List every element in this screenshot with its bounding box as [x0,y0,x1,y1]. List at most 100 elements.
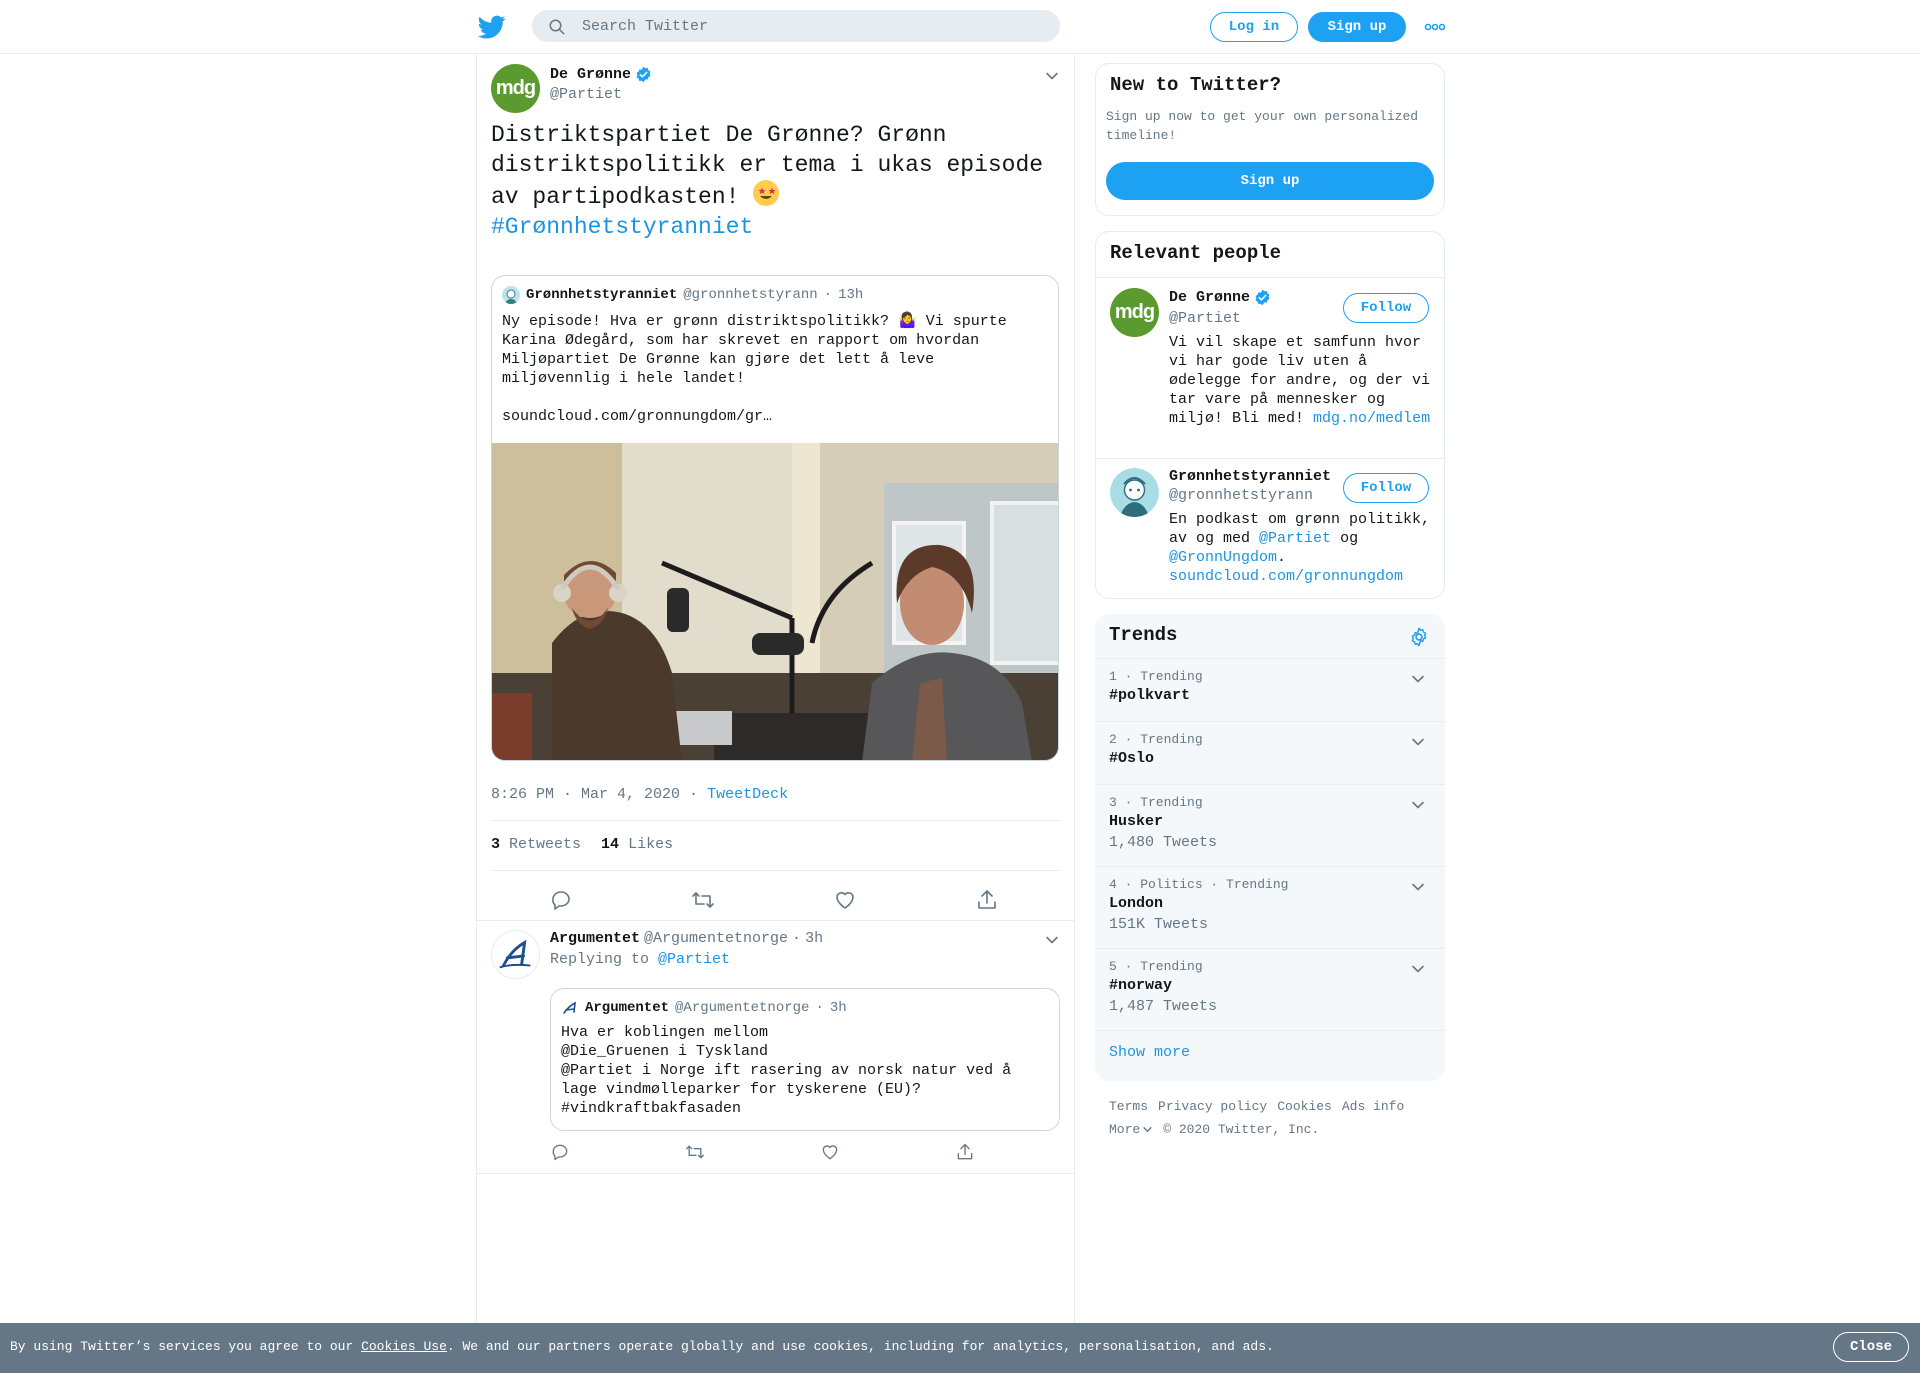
chevron-down-icon[interactable] [1044,932,1060,948]
trend-item[interactable]: 5 · Trending #norway 1,487 Tweets [1095,948,1445,1030]
likes-count: 14 [601,836,620,853]
divider [1095,1030,1445,1031]
quoted-tweet-text: Ny episode! Hva er grønn distriktspoliti… [502,312,1042,426]
quoted-author-handle[interactable]: @gronnhetstyrann [683,287,817,303]
retweet-icon[interactable] [685,1142,705,1162]
reply-icon[interactable] [549,888,573,912]
trend-item[interactable]: 4 · Politics · Trending London 151K Twee… [1095,866,1445,948]
trend-name[interactable]: #norway [1109,977,1172,994]
quoted-author-handle[interactable]: @Argumentetnorge [675,1000,809,1016]
bio-mention-link[interactable]: @Partiet [1259,530,1331,547]
avatar[interactable] [491,930,540,979]
new-to-twitter-card: New to Twitter? Sign up now to get your … [1095,63,1445,216]
chevron-down-icon[interactable] [1410,961,1426,977]
share-icon[interactable] [975,888,999,912]
trend-meta: 5 · Trending [1109,959,1203,974]
tweet-text: Distriktspartiet De Grønne? Grønn distri… [491,120,1061,242]
person-bio: En podkast om grønn politikk, av og med … [1169,510,1431,586]
chevron-down-icon[interactable] [1410,671,1426,687]
search-input[interactable] [582,10,1042,42]
reply-time: 3h [805,930,824,947]
like-icon[interactable] [820,1142,840,1162]
avatar[interactable] [502,286,520,304]
bio-link[interactable]: soundcloud.com/gronnungdom [1169,568,1403,585]
bio-link[interactable]: mdg.no/medlem [1313,410,1430,427]
tweet-timestamp[interactable]: 8:26 PM · Mar 4, 2020 [491,786,680,803]
quoted-author-name[interactable]: Argumentet [585,1000,669,1016]
show-more-link[interactable]: Show more [1109,1044,1190,1061]
replying-to-link[interactable]: @Partiet [658,951,730,968]
trend-name[interactable]: London [1109,895,1163,912]
footer-link-terms[interactable]: Terms [1109,1099,1148,1114]
person-handle[interactable]: @gronnhetstyrann [1169,487,1313,504]
chevron-down-icon[interactable] [1410,879,1426,895]
trend-name[interactable]: Husker [1109,813,1163,830]
sidebar-sign-up-button[interactable]: Sign up [1106,162,1434,200]
bio-mention-link[interactable]: @GronnUngdom [1169,549,1277,566]
quoted-tweet-text: Hva er koblingen mellom @Die_Gruenen i T… [561,1024,1012,1117]
trend-name[interactable]: #Oslo [1109,750,1154,767]
person-name[interactable]: Grønnhetstyranniet [1169,468,1331,485]
retweets-stat[interactable]: 3 Retweets [491,836,581,853]
more-options-icon[interactable] [1424,20,1446,34]
follow-button[interactable]: Follow [1343,473,1429,503]
tweet-actions [491,882,1061,922]
follow-button[interactable]: Follow [1343,293,1429,323]
footer-link-privacy[interactable]: Privacy policy [1158,1099,1267,1114]
avatar[interactable] [1110,468,1159,517]
replying-prefix: Replying to [550,951,650,968]
trend-item[interactable]: 1 · Trending #polkvart [1095,658,1445,721]
chevron-down-icon[interactable] [1044,68,1060,84]
avatar[interactable] [561,999,579,1017]
quoted-tweet-link: soundcloud.com/gronnungdom/gr… [502,408,773,425]
quoted-time: 13h [838,287,864,303]
avatar[interactable]: mdg [491,64,540,113]
twitter-bird-logo-icon[interactable] [478,13,506,41]
trend-item[interactable]: 2 · Trending #Oslo [1095,721,1445,784]
trend-meta: 4 · Politics · Trending [1109,877,1289,892]
separator-dot: · [823,287,833,303]
person-name-text[interactable]: De Grønne [1169,289,1250,306]
quoted-tweet[interactable]: Argumentet @Argumentetnorge · 3h Hva er … [550,988,1060,1131]
reply-author-name[interactable]: Argumentet [550,930,640,947]
reply-icon[interactable] [550,1142,570,1162]
cookies-use-link[interactable]: Cookies Use [361,1339,447,1354]
retweet-icon[interactable] [691,888,715,912]
verified-badge-icon [1255,289,1270,306]
tweet-source-link[interactable]: TweetDeck [707,786,788,803]
footer-more-button[interactable]: More [1109,1122,1153,1137]
chevron-down-icon[interactable] [1410,734,1426,750]
share-icon[interactable] [955,1142,975,1162]
footer-link-ads-info[interactable]: Ads info [1342,1099,1404,1114]
person-name-text[interactable]: Grønnhetstyranniet [1169,468,1331,485]
card-description: Sign up now to get your own personalized… [1106,109,1419,143]
quoted-tweet[interactable]: Grønnhetstyranniet @gronnhetstyrann · 13… [491,275,1059,761]
author-handle[interactable]: @Partiet [550,86,622,103]
trends-card: Trends 1 · Trending #polkvart 2 · Trendi… [1095,614,1445,1081]
hashtag-link[interactable]: #Grønnhetstyranniet [491,212,1061,242]
author-name[interactable]: De Grønne [550,66,631,83]
settings-gear-icon[interactable] [1408,626,1430,648]
sign-up-button[interactable]: Sign up [1308,12,1406,42]
cookie-consent-bar: By using Twitter’s services you agree to… [0,1323,1920,1373]
trend-item[interactable]: 3 · Trending Husker 1,480 Tweets [1095,784,1445,866]
footer-link-cookies[interactable]: Cookies [1277,1099,1332,1114]
chevron-down-icon[interactable] [1410,797,1426,813]
log-in-button[interactable]: Log in [1210,12,1298,42]
reply-author-handle[interactable]: @Argumentetnorge [644,930,788,947]
trend-name[interactable]: #polkvart [1109,687,1190,704]
like-icon[interactable] [833,888,857,912]
trend-count: 1,487 Tweets [1109,998,1218,1015]
likes-stat[interactable]: 14 Likes [601,836,673,853]
tweet-author[interactable]: De Grønne [550,66,652,83]
quoted-author-name[interactable]: Grønnhetstyranniet [526,287,677,303]
avatar[interactable]: mdg [1110,288,1159,337]
podcast-studio-photo[interactable] [492,443,1059,761]
close-button[interactable]: Close [1833,1332,1909,1362]
card-title: Trends [1109,624,1178,646]
person-name[interactable]: De Grønne [1169,289,1271,306]
tweet-meta: 8:26 PM · Mar 4, 2020 · TweetDeck [491,786,788,803]
divider [491,820,1061,821]
person-handle[interactable]: @Partiet [1169,310,1241,327]
footer-more: More © 2020 Twitter, Inc. [1109,1122,1319,1137]
